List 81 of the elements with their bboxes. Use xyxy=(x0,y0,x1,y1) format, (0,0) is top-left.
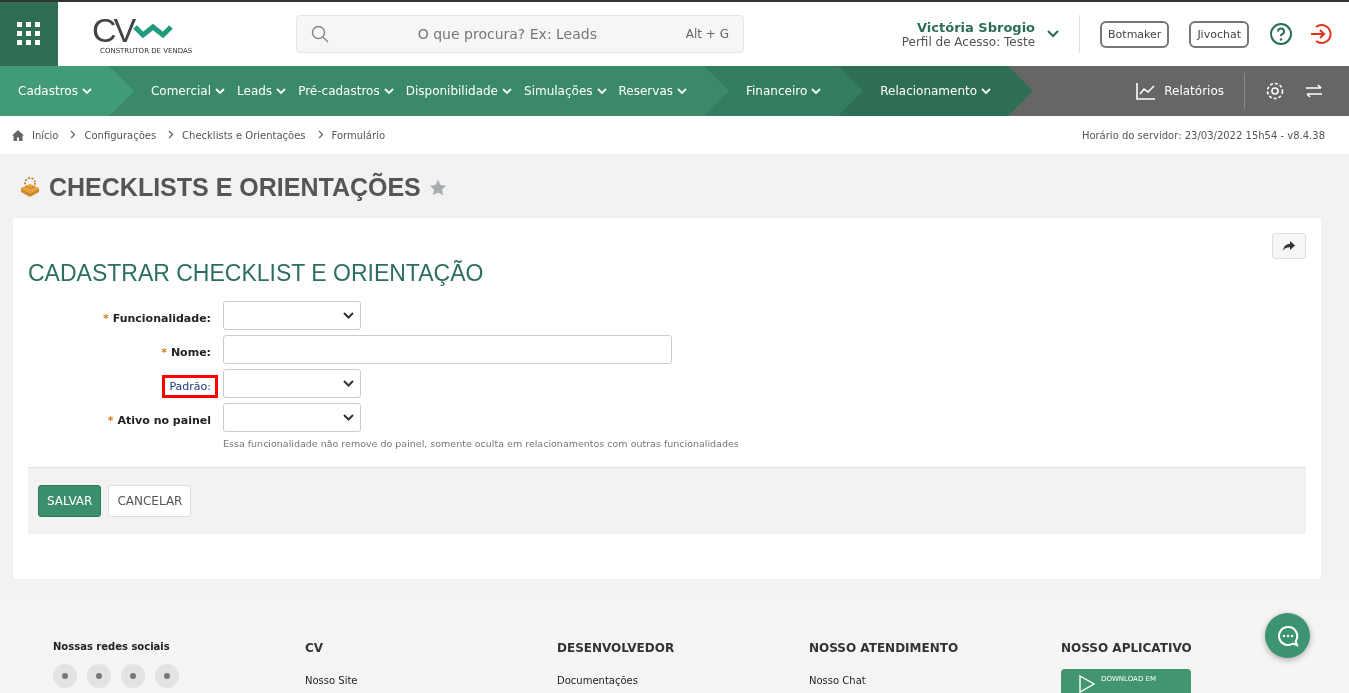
footer-heading: CV xyxy=(305,641,325,655)
shortcut-hint: Alt + G xyxy=(685,27,729,41)
swap-icon[interactable] xyxy=(1305,84,1323,98)
menu-item[interactable]: Financeiro xyxy=(746,84,822,98)
breadcrumb-link[interactable]: Checklists e Orientações xyxy=(182,129,306,141)
logout-icon[interactable] xyxy=(1309,22,1333,46)
chevron-down-icon xyxy=(343,312,354,319)
settings-icon[interactable] xyxy=(1265,81,1285,101)
chevron-down-icon xyxy=(677,87,687,95)
menu-item[interactable]: Relacionamento xyxy=(880,84,992,98)
dot-icon xyxy=(128,671,138,681)
chevron-right-icon xyxy=(70,129,77,139)
select-field[interactable] xyxy=(223,369,361,398)
chevron-right-icon xyxy=(317,129,324,139)
menu-item[interactable]: Simulações xyxy=(524,84,607,98)
menu-item[interactable]: Cadastros xyxy=(18,84,92,98)
chevron-down-icon xyxy=(215,87,226,95)
reports-link[interactable]: Relatórios xyxy=(1136,82,1224,100)
menu-item[interactable]: Reservas xyxy=(618,84,687,98)
form-title: CADASTRAR CHECKLIST E ORIENTAÇÃO xyxy=(28,260,485,287)
menu-item[interactable]: Disponibilidade xyxy=(405,84,512,98)
user-menu[interactable]: Victória Sbrogio Perfil de Acesso: Teste xyxy=(901,19,1070,49)
social-title: Nossas redes sociais xyxy=(53,641,171,652)
field-label: * Funcionalidade: xyxy=(101,311,212,327)
user-profile: Perfil de Acesso: Teste xyxy=(901,34,1036,49)
server-time: Horário do servidor: 23/03/2022 15h54 - v8.4.38 xyxy=(1081,129,1325,141)
footer-link[interactable]: Nosso Site xyxy=(305,675,557,686)
help-text: Essa funcionalidade não remove do painel, somente oculta em relacionamentos com outras funcionalidades xyxy=(223,438,739,449)
logo-letters: CV xyxy=(92,13,134,47)
help-icon[interactable] xyxy=(1269,22,1293,46)
user-name: Victória Sbrogio xyxy=(917,19,1036,35)
menu-item[interactable]: Comercial xyxy=(150,84,226,98)
wave-icon xyxy=(133,21,174,39)
chevron-down-icon xyxy=(596,87,607,95)
footer-link[interactable]: Nosso Chat xyxy=(809,675,1061,686)
dot-icon xyxy=(162,671,172,681)
share-button[interactable] xyxy=(1272,233,1306,259)
footer-heading: NOSSO APLICATIVO xyxy=(1061,641,1193,655)
chat-button[interactable]: Jivochat xyxy=(1189,20,1249,48)
footer-link[interactable]: Documentações xyxy=(557,675,809,686)
chevron-down-icon xyxy=(811,87,822,95)
chevron-down-icon xyxy=(343,380,354,387)
dot-icon xyxy=(60,671,70,681)
box-icon xyxy=(19,176,41,198)
home-icon xyxy=(12,129,24,141)
field-label: * Ativo no painel xyxy=(106,413,212,429)
page-title: CHECKLISTS E ORIENTAÇÕES xyxy=(49,172,421,202)
menu-item[interactable]: Pré-cadastros xyxy=(298,84,394,98)
grid-icon xyxy=(16,21,42,47)
select-field[interactable] xyxy=(223,301,361,330)
apps-menu-button[interactable] xyxy=(0,2,58,66)
search-field[interactable]: O que procura? Ex: Leads Alt + G xyxy=(296,15,744,53)
search-icon xyxy=(311,25,329,43)
play-icon xyxy=(1079,675,1095,693)
chevron-down-icon xyxy=(502,87,512,95)
chat-icon xyxy=(1275,623,1300,648)
menu-item[interactable]: Leads xyxy=(237,84,287,98)
chat-button[interactable]: Botmaker xyxy=(1100,20,1170,48)
field-label: Padrão: xyxy=(162,375,218,398)
footer-heading: DESENVOLVEDOR xyxy=(557,641,676,655)
chevron-down-icon xyxy=(1047,30,1060,38)
footer-heading: NOSSO ATENDIMENTO xyxy=(809,641,960,655)
chevron-down-icon xyxy=(343,414,354,421)
save-button[interactable]: SALVAR xyxy=(38,485,102,517)
breadcrumb-link[interactable]: Configurações xyxy=(84,129,157,141)
text-field[interactable] xyxy=(223,335,672,364)
cancel-button[interactable]: CANCELAR xyxy=(108,485,192,517)
breadcrumb-link[interactable]: Formulário xyxy=(331,129,385,141)
line-chart-icon xyxy=(1136,82,1157,100)
search-input[interactable]: O que procura? Ex: Leads xyxy=(339,25,676,43)
chevron-right-icon xyxy=(168,129,175,139)
field-label: * Nome: xyxy=(160,345,212,361)
dot-icon xyxy=(94,671,104,681)
select-field[interactable] xyxy=(223,403,361,432)
share-icon xyxy=(1283,240,1295,251)
chevron-down-icon xyxy=(276,87,287,95)
breadcrumb-link[interactable]: Início xyxy=(32,129,59,141)
chevron-down-icon xyxy=(981,87,992,95)
chevron-down-icon xyxy=(383,87,394,95)
star-icon[interactable] xyxy=(428,178,447,196)
chevron-down-icon xyxy=(81,87,92,95)
